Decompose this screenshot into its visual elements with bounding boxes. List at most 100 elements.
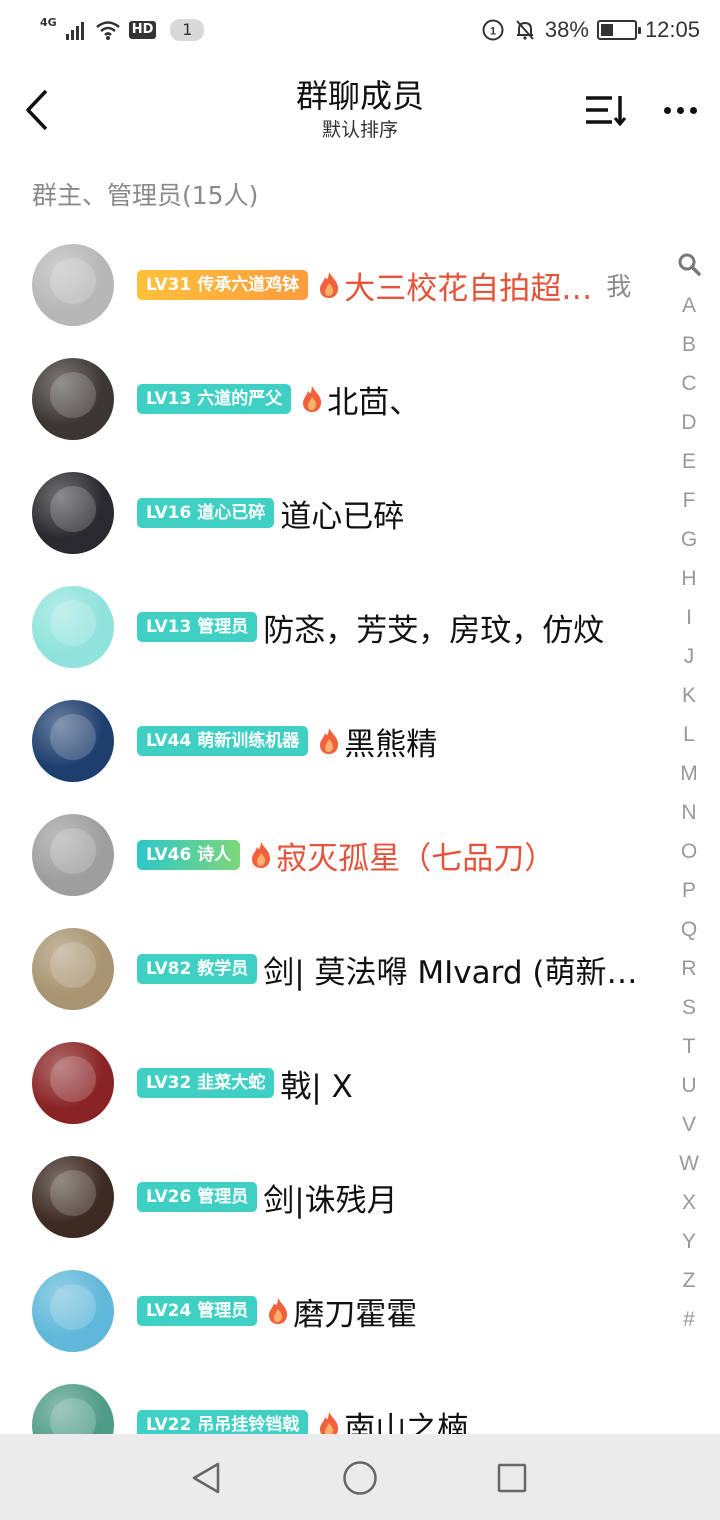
sort-button[interactable] bbox=[582, 90, 630, 130]
index-letter[interactable]: H bbox=[668, 559, 710, 598]
more-options-button[interactable] bbox=[656, 90, 704, 130]
member-row[interactable]: LV13 六道的严父 北茴、 bbox=[0, 342, 668, 456]
member-row[interactable]: LV22 吊吊挂铃铛戟 南山之楠 bbox=[0, 1368, 668, 1434]
alphabet-index[interactable]: A B C D E F G H I J K L M N O P Q R S T U V W X Y Z # bbox=[668, 252, 710, 1339]
index-letter[interactable]: M bbox=[668, 754, 710, 793]
index-letter[interactable]: D bbox=[668, 403, 710, 442]
member-info: LV24 管理员 磨刀霍霍 bbox=[137, 1289, 668, 1334]
network-type: 4G bbox=[40, 15, 57, 29]
me-tag: 我 bbox=[606, 272, 632, 301]
member-info: LV32 韭菜大蛇 戟| X bbox=[137, 1061, 668, 1106]
member-info: LV26 管理员 剑|诛残月 bbox=[137, 1175, 668, 1220]
member-row[interactable]: LV82 教学员 剑| 莫法嘚 MIvard (萌新… bbox=[0, 912, 668, 1026]
avatar[interactable] bbox=[32, 586, 114, 668]
member-name: 剑| 莫法嘚 MIvard (萌新… bbox=[263, 954, 638, 991]
index-letter[interactable]: B bbox=[668, 325, 710, 364]
index-letter[interactable]: I bbox=[668, 598, 710, 637]
search-icon[interactable] bbox=[677, 252, 701, 276]
avatar[interactable] bbox=[32, 1384, 114, 1434]
chevron-left-icon bbox=[26, 89, 48, 131]
flame-icon bbox=[318, 271, 340, 299]
member-info: LV46 诗人 寂灭孤星（七品刀） bbox=[137, 833, 668, 878]
index-letter[interactable]: Q bbox=[668, 910, 710, 949]
triangle-back-icon bbox=[192, 1462, 220, 1494]
member-info: LV22 吊吊挂铃铛戟 南山之楠 bbox=[137, 1403, 668, 1435]
avatar[interactable] bbox=[32, 358, 114, 440]
index-letter[interactable]: X bbox=[668, 1183, 710, 1222]
more-dot-icon bbox=[676, 106, 684, 114]
index-letter[interactable]: V bbox=[668, 1105, 710, 1144]
index-letter[interactable]: R bbox=[668, 949, 710, 988]
nav-back-button[interactable] bbox=[184, 1456, 228, 1500]
index-letter[interactable]: E bbox=[668, 442, 710, 481]
index-letter[interactable]: K bbox=[668, 676, 710, 715]
avatar[interactable] bbox=[32, 1156, 114, 1238]
avatar[interactable] bbox=[32, 244, 114, 326]
nav-home-button[interactable] bbox=[338, 1456, 382, 1500]
member-info: LV82 教学员 剑| 莫法嘚 MIvard (萌新… bbox=[137, 947, 668, 992]
member-info: LV13 管理员 防忞，芳芠，房玟，仿炆 bbox=[137, 605, 668, 650]
member-name: 南山之楠 bbox=[344, 1410, 469, 1435]
member-row[interactable]: LV26 管理员 剑|诛残月 bbox=[0, 1140, 668, 1254]
index-letter[interactable]: J bbox=[668, 637, 710, 676]
nav-recents-button[interactable] bbox=[490, 1456, 534, 1500]
member-row[interactable]: LV32 韭菜大蛇 戟| X bbox=[0, 1026, 668, 1140]
back-button[interactable] bbox=[14, 82, 62, 138]
index-letter[interactable]: F bbox=[668, 481, 710, 520]
member-row[interactable]: LV16 道心已碎 道心已碎 bbox=[0, 456, 668, 570]
sort-mode-label[interactable]: 默认排序 bbox=[160, 116, 560, 144]
index-letter[interactable]: G bbox=[668, 520, 710, 559]
avatar[interactable] bbox=[32, 700, 114, 782]
index-letter[interactable]: L bbox=[668, 715, 710, 754]
signal-icon bbox=[65, 22, 84, 40]
level-badge: LV32 韭菜大蛇 bbox=[137, 1068, 275, 1098]
member-name: 道心已碎 bbox=[280, 498, 405, 535]
sort-list-icon bbox=[586, 96, 627, 127]
member-info: LV31 传承六道鸡钵 大三校花自拍超… 我 bbox=[137, 263, 668, 308]
avatar[interactable] bbox=[32, 928, 114, 1010]
index-letter[interactable]: C bbox=[668, 364, 710, 403]
member-name: 黑熊精 bbox=[344, 726, 438, 763]
index-letter[interactable]: O bbox=[668, 832, 710, 871]
flame-icon bbox=[250, 841, 272, 869]
index-letter[interactable]: # bbox=[668, 1300, 710, 1339]
mute-bell-icon bbox=[516, 20, 534, 40]
level-badge: LV31 传承六道鸡钵 bbox=[137, 270, 309, 300]
index-letter[interactable]: N bbox=[668, 793, 710, 832]
level-badge: LV26 管理员 bbox=[137, 1182, 258, 1212]
avatar[interactable] bbox=[32, 814, 114, 896]
member-row[interactable]: LV31 传承六道鸡钵 大三校花自拍超… 我 bbox=[0, 228, 668, 342]
member-info: LV16 道心已碎 道心已碎 bbox=[137, 491, 668, 536]
status-left: 4G HD 1 bbox=[40, 14, 205, 46]
status-right: 1 38% 12:05 bbox=[481, 14, 700, 46]
index-letter[interactable]: Z bbox=[668, 1261, 710, 1300]
index-letter[interactable]: A bbox=[668, 286, 710, 325]
more-dot-icon bbox=[663, 106, 671, 114]
flame-icon bbox=[267, 1297, 289, 1325]
level-badge: LV13 六道的严父 bbox=[137, 384, 292, 414]
member-row[interactable]: LV13 管理员 防忞，芳芠，房玟，仿炆 bbox=[0, 570, 668, 684]
index-letter[interactable]: P bbox=[668, 871, 710, 910]
member-name: 戟| X bbox=[280, 1068, 353, 1105]
index-letter[interactable]: W bbox=[668, 1144, 710, 1183]
member-name: 大三校花自拍超… bbox=[344, 270, 593, 307]
index-letter[interactable]: T bbox=[668, 1027, 710, 1066]
avatar[interactable] bbox=[32, 472, 114, 554]
member-list[interactable]: LV31 传承六道鸡钵 大三校花自拍超… 我 LV13 六道的严父 北茴、 LV16 道心… bbox=[0, 228, 668, 1434]
avatar[interactable] bbox=[32, 1270, 114, 1352]
avatar[interactable] bbox=[32, 1042, 114, 1124]
battery-percent: 38% bbox=[544, 17, 589, 42]
level-badge: LV24 管理员 bbox=[137, 1296, 258, 1326]
member-row[interactable]: LV24 管理员 磨刀霍霍 bbox=[0, 1254, 668, 1368]
member-info: LV44 萌新训练机器 黑熊精 bbox=[137, 719, 668, 764]
level-badge: LV22 吊吊挂铃铛戟 bbox=[137, 1410, 309, 1434]
member-row[interactable]: LV44 萌新训练机器 黑熊精 bbox=[0, 684, 668, 798]
index-letter[interactable]: U bbox=[668, 1066, 710, 1105]
top-bar: 群聊成员 默认排序 bbox=[0, 60, 720, 164]
level-badge: LV13 管理员 bbox=[137, 612, 258, 642]
index-letter[interactable]: S bbox=[668, 988, 710, 1027]
section-header: 群主、管理员(15人) bbox=[32, 181, 259, 210]
index-letter[interactable]: Y bbox=[668, 1222, 710, 1261]
member-row[interactable]: LV46 诗人 寂灭孤星（七品刀） bbox=[0, 798, 668, 912]
svg-text:1: 1 bbox=[490, 26, 496, 38]
